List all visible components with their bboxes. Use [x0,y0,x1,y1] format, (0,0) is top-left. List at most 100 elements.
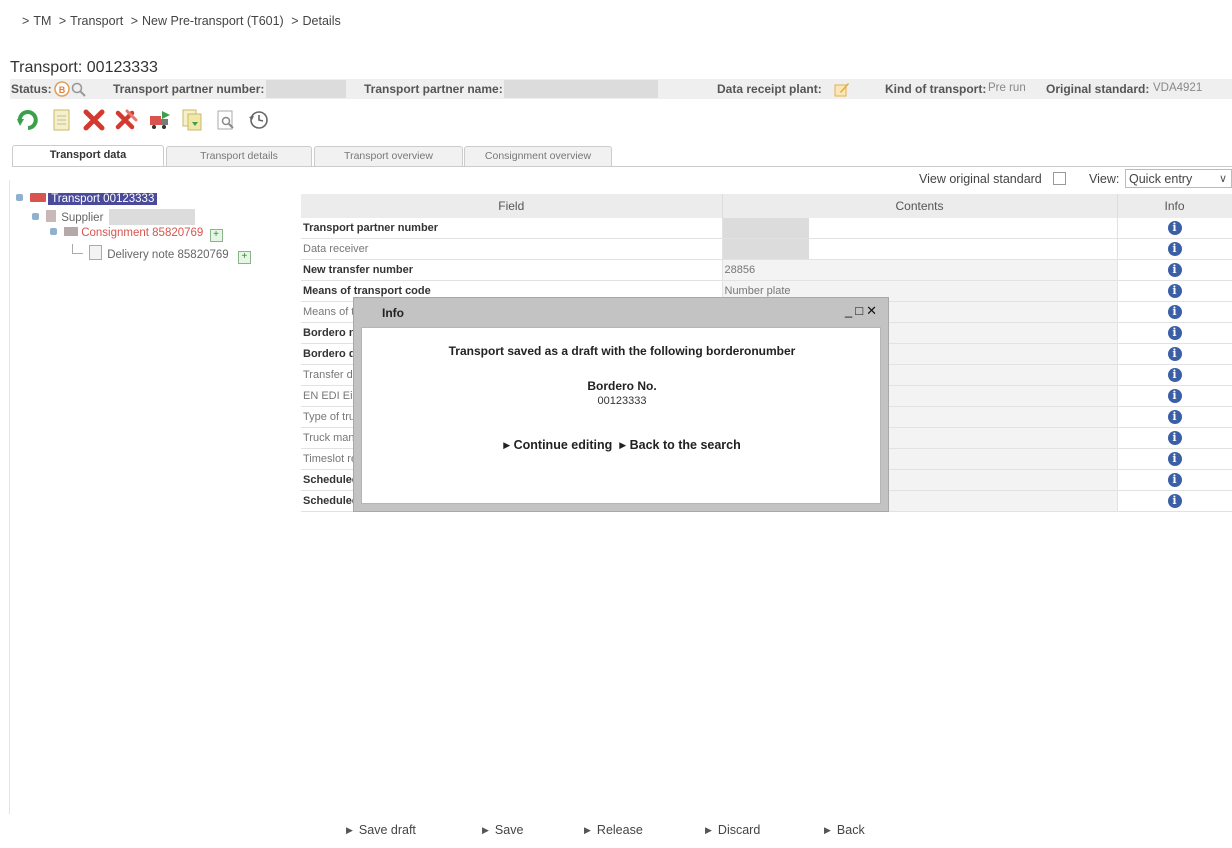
info-cell: i [1117,469,1232,491]
copy-document-icon[interactable] [180,108,204,132]
info-cell: i [1117,259,1232,281]
info-cell: i [1117,364,1232,386]
info-icon[interactable]: i [1167,368,1182,382]
tree-node-delivery-note-label[interactable]: Delivery note 85820769 [107,249,228,261]
delete-all-icon[interactable] [115,108,139,132]
collapse-icon[interactable] [50,228,57,235]
info-icon[interactable]: i [1167,284,1182,298]
info-icon[interactable]: i [1167,452,1182,466]
breadcrumb-details: Details [302,14,341,28]
table-row[interactable]: New transfer number 28856 i [301,259,1232,281]
release-button[interactable]: ▶ Release [584,823,643,837]
column-header-info: Info [1117,194,1232,218]
kind-of-transport-label: Kind of transport: [885,82,987,96]
tab-transport-data[interactable]: Transport data [12,145,164,167]
search-icon[interactable] [70,81,88,99]
truck-forward-icon[interactable] [148,108,172,132]
breadcrumb-new-pre-transport[interactable]: New Pre-transport (T601) [142,14,284,28]
table-row[interactable]: Transport partner number i [301,218,1232,239]
triangle-right-icon: ▶ [824,825,831,835]
info-icon[interactable]: i [1167,473,1182,487]
info-icon[interactable]: i [1167,263,1182,277]
info-dialog: Info _□✕ Transport saved as a draft with… [353,297,889,512]
consignment-icon [64,227,79,236]
info-icon[interactable]: i [1167,347,1182,361]
status-bar: Status: B Transport partner number: Tran… [10,79,1232,99]
left-divider [9,180,10,814]
info-icon[interactable]: i [1167,242,1182,256]
info-icon[interactable]: i [1167,410,1182,424]
view-select-value: Quick entry [1129,172,1193,186]
release-label: Release [596,823,643,837]
triangle-right-icon: ▶ [482,825,489,835]
contents-cell[interactable]: 28856 [722,259,1118,281]
partner-name-label: Transport partner name: [364,82,503,96]
breadcrumb-transport[interactable]: Transport [70,14,123,28]
continue-editing-link[interactable]: ▶ Continue editing [503,438,612,452]
document-icon [89,245,103,260]
maximize-icon[interactable]: □ [855,303,866,318]
save-button[interactable]: ▶ Save [482,823,523,837]
dialog-actions: ▶ Continue editing ▶ Back to the search [362,438,882,452]
history-icon[interactable] [247,108,271,132]
minimize-icon[interactable]: _ [845,303,855,318]
save-draft-label: Save draft [358,823,416,837]
info-cell: i [1117,301,1232,323]
tree-node-transport[interactable]: Transport 00123333 [16,193,158,209]
tree-node-supplier-label[interactable]: Supplier [61,212,103,224]
tab-consignment-overview[interactable]: Consignment overview [464,146,612,166]
dialog-message: Transport saved as a draft with the foll… [448,344,796,358]
new-document-icon[interactable] [50,108,74,132]
save-label: Save [494,823,524,837]
field-cell: Data receiver [301,238,723,260]
edit-icon[interactable] [834,81,850,97]
refresh-icon[interactable] [16,108,40,132]
tree-node-consignment[interactable]: Consignment 85820769 + [50,227,223,243]
tree-node-transport-label[interactable]: Transport 00123333 [48,193,158,205]
discard-button[interactable]: ▶ Discard [705,823,760,837]
tree-node-supplier[interactable]: Supplier [32,209,195,225]
delete-icon[interactable] [82,108,106,132]
collapse-icon[interactable] [16,194,23,201]
close-icon[interactable]: ✕ [866,303,880,318]
breadcrumb: > TM > Transport > New Pre-transport (T601)… [22,14,341,28]
breadcrumb-tm[interactable]: TM [33,14,51,28]
info-cell: i [1117,280,1232,302]
back-to-search-link[interactable]: ▶ Back to the search [619,438,741,452]
info-icon[interactable]: i [1167,431,1182,445]
truck-icon [30,193,47,202]
save-draft-button[interactable]: ▶ Save draft [346,823,416,837]
tree-node-consignment-label[interactable]: Consignment 85820769 [81,227,203,239]
view-original-standard-checkbox[interactable] [1053,172,1066,185]
info-cell: i [1117,448,1232,470]
masked-value [722,218,809,238]
data-receipt-label: Data receipt plant: [717,82,822,96]
collapse-icon[interactable] [32,213,39,220]
svg-text:B: B [59,85,66,95]
info-icon[interactable]: i [1167,326,1182,340]
info-cell: i [1117,406,1232,428]
add-icon[interactable]: + [209,229,223,242]
preview-icon[interactable] [214,108,238,132]
table-row[interactable]: Data receiver i [301,238,1232,260]
column-header-field: Field [301,194,723,218]
footer-actions: ▶ Save draft ▶ Save ▶ Release ▶ Discard ▶ Bac… [0,823,1232,843]
tree-node-delivery-note[interactable]: Delivery note 85820769 + [72,244,251,264]
supplier-name-masked [108,209,195,225]
info-icon[interactable]: i [1167,305,1182,319]
field-cell: New transfer number [301,259,723,281]
info-icon[interactable]: i [1167,389,1182,403]
contents-cell[interactable] [722,218,1118,239]
info-icon[interactable]: i [1167,221,1182,235]
tab-transport-details[interactable]: Transport details [166,146,312,166]
view-select[interactable]: Quick entry ∨ [1125,169,1232,188]
back-button[interactable]: ▶ Back [824,823,865,837]
add-icon[interactable]: + [237,251,251,264]
tab-transport-overview[interactable]: Transport overview [314,146,463,166]
triangle-right-icon: ▶ [584,825,591,835]
info-icon[interactable]: i [1167,494,1182,508]
triangle-right-icon: ▶ [346,825,353,835]
contents-value: 28856 [724,264,756,276]
contents-cell[interactable] [722,238,1118,260]
info-cell: i [1117,322,1232,344]
